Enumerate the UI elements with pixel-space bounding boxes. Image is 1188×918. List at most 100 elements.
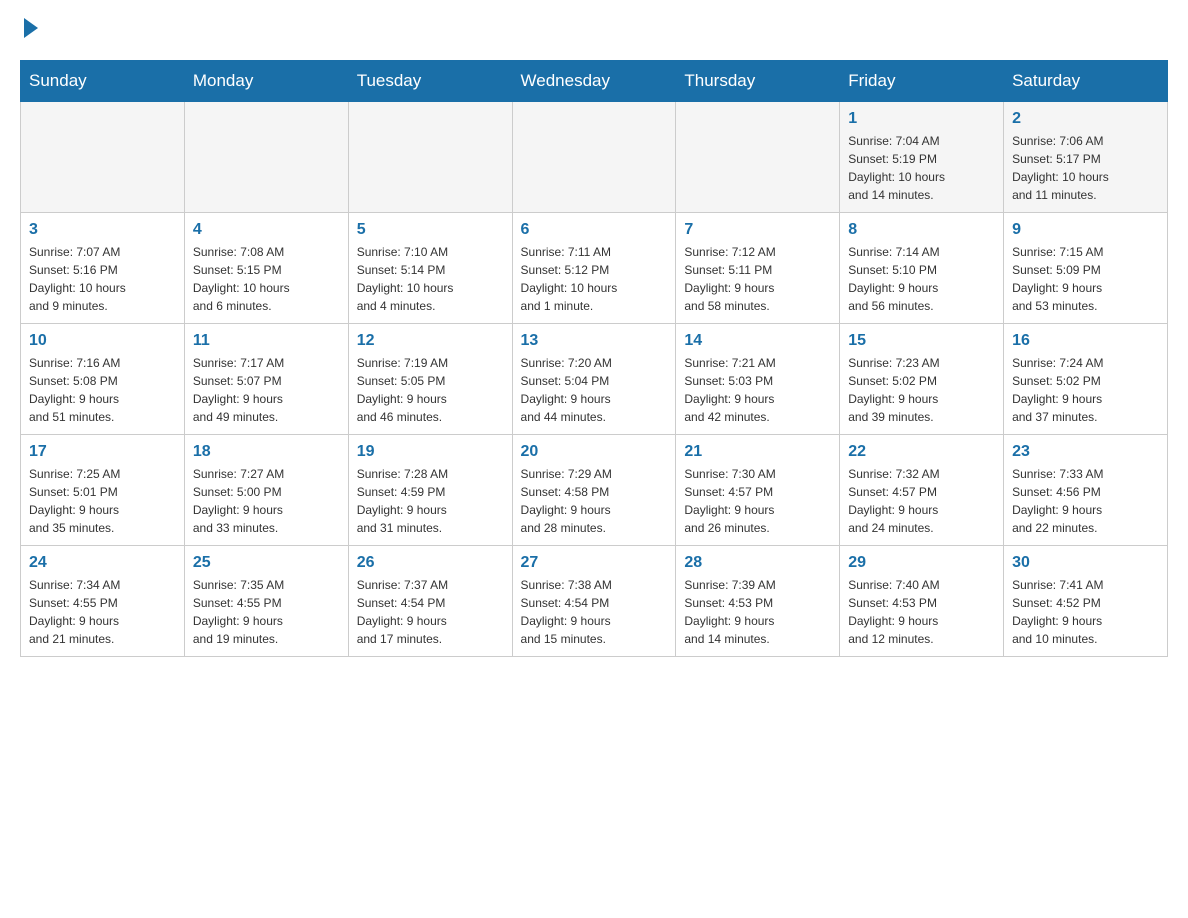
calendar-cell: 5 Sunrise: 7:10 AMSunset: 5:14 PMDaylight… — [348, 213, 512, 324]
calendar-cell: 25 Sunrise: 7:35 AMSunset: 4:55 PMDayligh… — [184, 546, 348, 657]
day-info: Sunrise: 7:12 AMSunset: 5:11 PMDaylight:… — [684, 243, 831, 315]
day-number: 17 — [29, 443, 176, 461]
day-info: Sunrise: 7:35 AMSunset: 4:55 PMDaylight:… — [193, 576, 340, 648]
day-number: 18 — [193, 443, 340, 461]
day-info: Sunrise: 7:28 AMSunset: 4:59 PMDaylight:… — [357, 465, 504, 537]
calendar-cell: 9 Sunrise: 7:15 AMSunset: 5:09 PMDaylight… — [1004, 213, 1168, 324]
day-number: 27 — [521, 554, 668, 572]
day-info: Sunrise: 7:15 AMSunset: 5:09 PMDaylight:… — [1012, 243, 1159, 315]
day-info: Sunrise: 7:25 AMSunset: 5:01 PMDaylight:… — [29, 465, 176, 537]
day-info: Sunrise: 7:37 AMSunset: 4:54 PMDaylight:… — [357, 576, 504, 648]
calendar-cell: 17 Sunrise: 7:25 AMSunset: 5:01 PMDayligh… — [21, 435, 185, 546]
calendar-cell: 21 Sunrise: 7:30 AMSunset: 4:57 PMDayligh… — [676, 435, 840, 546]
day-info: Sunrise: 7:21 AMSunset: 5:03 PMDaylight:… — [684, 354, 831, 426]
calendar-cell: 30 Sunrise: 7:41 AMSunset: 4:52 PMDayligh… — [1004, 546, 1168, 657]
day-number: 30 — [1012, 554, 1159, 572]
weekday-header-thursday: Thursday — [676, 61, 840, 102]
calendar-cell: 11 Sunrise: 7:17 AMSunset: 5:07 PMDayligh… — [184, 324, 348, 435]
week-row-3: 10 Sunrise: 7:16 AMSunset: 5:08 PMDayligh… — [21, 324, 1168, 435]
day-info: Sunrise: 7:07 AMSunset: 5:16 PMDaylight:… — [29, 243, 176, 315]
day-number: 25 — [193, 554, 340, 572]
day-info: Sunrise: 7:29 AMSunset: 4:58 PMDaylight:… — [521, 465, 668, 537]
day-number: 23 — [1012, 443, 1159, 461]
day-number: 10 — [29, 332, 176, 350]
day-info: Sunrise: 7:38 AMSunset: 4:54 PMDaylight:… — [521, 576, 668, 648]
calendar-cell: 13 Sunrise: 7:20 AMSunset: 5:04 PMDayligh… — [512, 324, 676, 435]
calendar-cell: 19 Sunrise: 7:28 AMSunset: 4:59 PMDayligh… — [348, 435, 512, 546]
day-info: Sunrise: 7:17 AMSunset: 5:07 PMDaylight:… — [193, 354, 340, 426]
day-number: 29 — [848, 554, 995, 572]
day-number: 28 — [684, 554, 831, 572]
day-info: Sunrise: 7:08 AMSunset: 5:15 PMDaylight:… — [193, 243, 340, 315]
day-number: 9 — [1012, 221, 1159, 239]
week-row-4: 17 Sunrise: 7:25 AMSunset: 5:01 PMDayligh… — [21, 435, 1168, 546]
day-number: 19 — [357, 443, 504, 461]
day-number: 7 — [684, 221, 831, 239]
day-info: Sunrise: 7:24 AMSunset: 5:02 PMDaylight:… — [1012, 354, 1159, 426]
day-info: Sunrise: 7:19 AMSunset: 5:05 PMDaylight:… — [357, 354, 504, 426]
weekday-header-row: SundayMondayTuesdayWednesdayThursdayFrid… — [21, 61, 1168, 102]
calendar-cell: 12 Sunrise: 7:19 AMSunset: 5:05 PMDayligh… — [348, 324, 512, 435]
day-number: 5 — [357, 221, 504, 239]
day-info: Sunrise: 7:32 AMSunset: 4:57 PMDaylight:… — [848, 465, 995, 537]
calendar-cell: 16Sunrise: 7:24 AMSunset: 5:02 PMDayligh… — [1004, 324, 1168, 435]
day-info: Sunrise: 7:04 AMSunset: 5:19 PMDaylight:… — [848, 132, 995, 204]
day-info: Sunrise: 7:41 AMSunset: 4:52 PMDaylight:… — [1012, 576, 1159, 648]
day-info: Sunrise: 7:40 AMSunset: 4:53 PMDaylight:… — [848, 576, 995, 648]
day-number: 2 — [1012, 110, 1159, 128]
calendar-cell: 23Sunrise: 7:33 AMSunset: 4:56 PMDayligh… — [1004, 435, 1168, 546]
calendar-cell — [21, 102, 185, 213]
day-number: 26 — [357, 554, 504, 572]
logo-blue-text — [20, 20, 38, 40]
calendar-cell: 10 Sunrise: 7:16 AMSunset: 5:08 PMDayligh… — [21, 324, 185, 435]
calendar-cell: 22Sunrise: 7:32 AMSunset: 4:57 PMDayligh… — [840, 435, 1004, 546]
calendar-cell — [676, 102, 840, 213]
calendar-cell: 2 Sunrise: 7:06 AMSunset: 5:17 PMDaylight… — [1004, 102, 1168, 213]
day-info: Sunrise: 7:39 AMSunset: 4:53 PMDaylight:… — [684, 576, 831, 648]
day-number: 1 — [848, 110, 995, 128]
calendar-cell: 14 Sunrise: 7:21 AMSunset: 5:03 PMDayligh… — [676, 324, 840, 435]
calendar-cell: 8 Sunrise: 7:14 AMSunset: 5:10 PMDaylight… — [840, 213, 1004, 324]
day-number: 24 — [29, 554, 176, 572]
calendar-cell: 29 Sunrise: 7:40 AMSunset: 4:53 PMDayligh… — [840, 546, 1004, 657]
day-info: Sunrise: 7:16 AMSunset: 5:08 PMDaylight:… — [29, 354, 176, 426]
weekday-header-wednesday: Wednesday — [512, 61, 676, 102]
calendar-table: SundayMondayTuesdayWednesdayThursdayFrid… — [20, 60, 1168, 657]
day-info: Sunrise: 7:34 AMSunset: 4:55 PMDaylight:… — [29, 576, 176, 648]
weekday-header-tuesday: Tuesday — [348, 61, 512, 102]
calendar-cell: 6 Sunrise: 7:11 AMSunset: 5:12 PMDaylight… — [512, 213, 676, 324]
day-number: 14 — [684, 332, 831, 350]
day-info: Sunrise: 7:23 AMSunset: 5:02 PMDaylight:… — [848, 354, 995, 426]
day-info: Sunrise: 7:14 AMSunset: 5:10 PMDaylight:… — [848, 243, 995, 315]
day-number: 21 — [684, 443, 831, 461]
day-info: Sunrise: 7:11 AMSunset: 5:12 PMDaylight:… — [521, 243, 668, 315]
day-number: 11 — [193, 332, 340, 350]
day-number: 3 — [29, 221, 176, 239]
day-number: 12 — [357, 332, 504, 350]
day-number: 15 — [848, 332, 995, 350]
day-info: Sunrise: 7:20 AMSunset: 5:04 PMDaylight:… — [521, 354, 668, 426]
page-header — [20, 20, 1168, 40]
calendar-cell: 27 Sunrise: 7:38 AMSunset: 4:54 PMDayligh… — [512, 546, 676, 657]
day-number: 8 — [848, 221, 995, 239]
calendar-cell: 7 Sunrise: 7:12 AMSunset: 5:11 PMDaylight… — [676, 213, 840, 324]
day-info: Sunrise: 7:10 AMSunset: 5:14 PMDaylight:… — [357, 243, 504, 315]
calendar-cell — [184, 102, 348, 213]
calendar-cell: 20 Sunrise: 7:29 AMSunset: 4:58 PMDayligh… — [512, 435, 676, 546]
weekday-header-sunday: Sunday — [21, 61, 185, 102]
day-number: 13 — [521, 332, 668, 350]
calendar-cell: 15 Sunrise: 7:23 AMSunset: 5:02 PMDayligh… — [840, 324, 1004, 435]
week-row-2: 3 Sunrise: 7:07 AMSunset: 5:16 PMDaylight… — [21, 213, 1168, 324]
calendar-cell: 3 Sunrise: 7:07 AMSunset: 5:16 PMDaylight… — [21, 213, 185, 324]
calendar-cell: 26 Sunrise: 7:37 AMSunset: 4:54 PMDayligh… — [348, 546, 512, 657]
day-info: Sunrise: 7:27 AMSunset: 5:00 PMDaylight:… — [193, 465, 340, 537]
logo-triangle-icon — [24, 18, 38, 38]
day-number: 6 — [521, 221, 668, 239]
weekday-header-monday: Monday — [184, 61, 348, 102]
weekday-header-saturday: Saturday — [1004, 61, 1168, 102]
day-info: Sunrise: 7:30 AMSunset: 4:57 PMDaylight:… — [684, 465, 831, 537]
day-info: Sunrise: 7:06 AMSunset: 5:17 PMDaylight:… — [1012, 132, 1159, 204]
logo — [20, 20, 38, 40]
calendar-cell: 28 Sunrise: 7:39 AMSunset: 4:53 PMDayligh… — [676, 546, 840, 657]
day-number: 20 — [521, 443, 668, 461]
